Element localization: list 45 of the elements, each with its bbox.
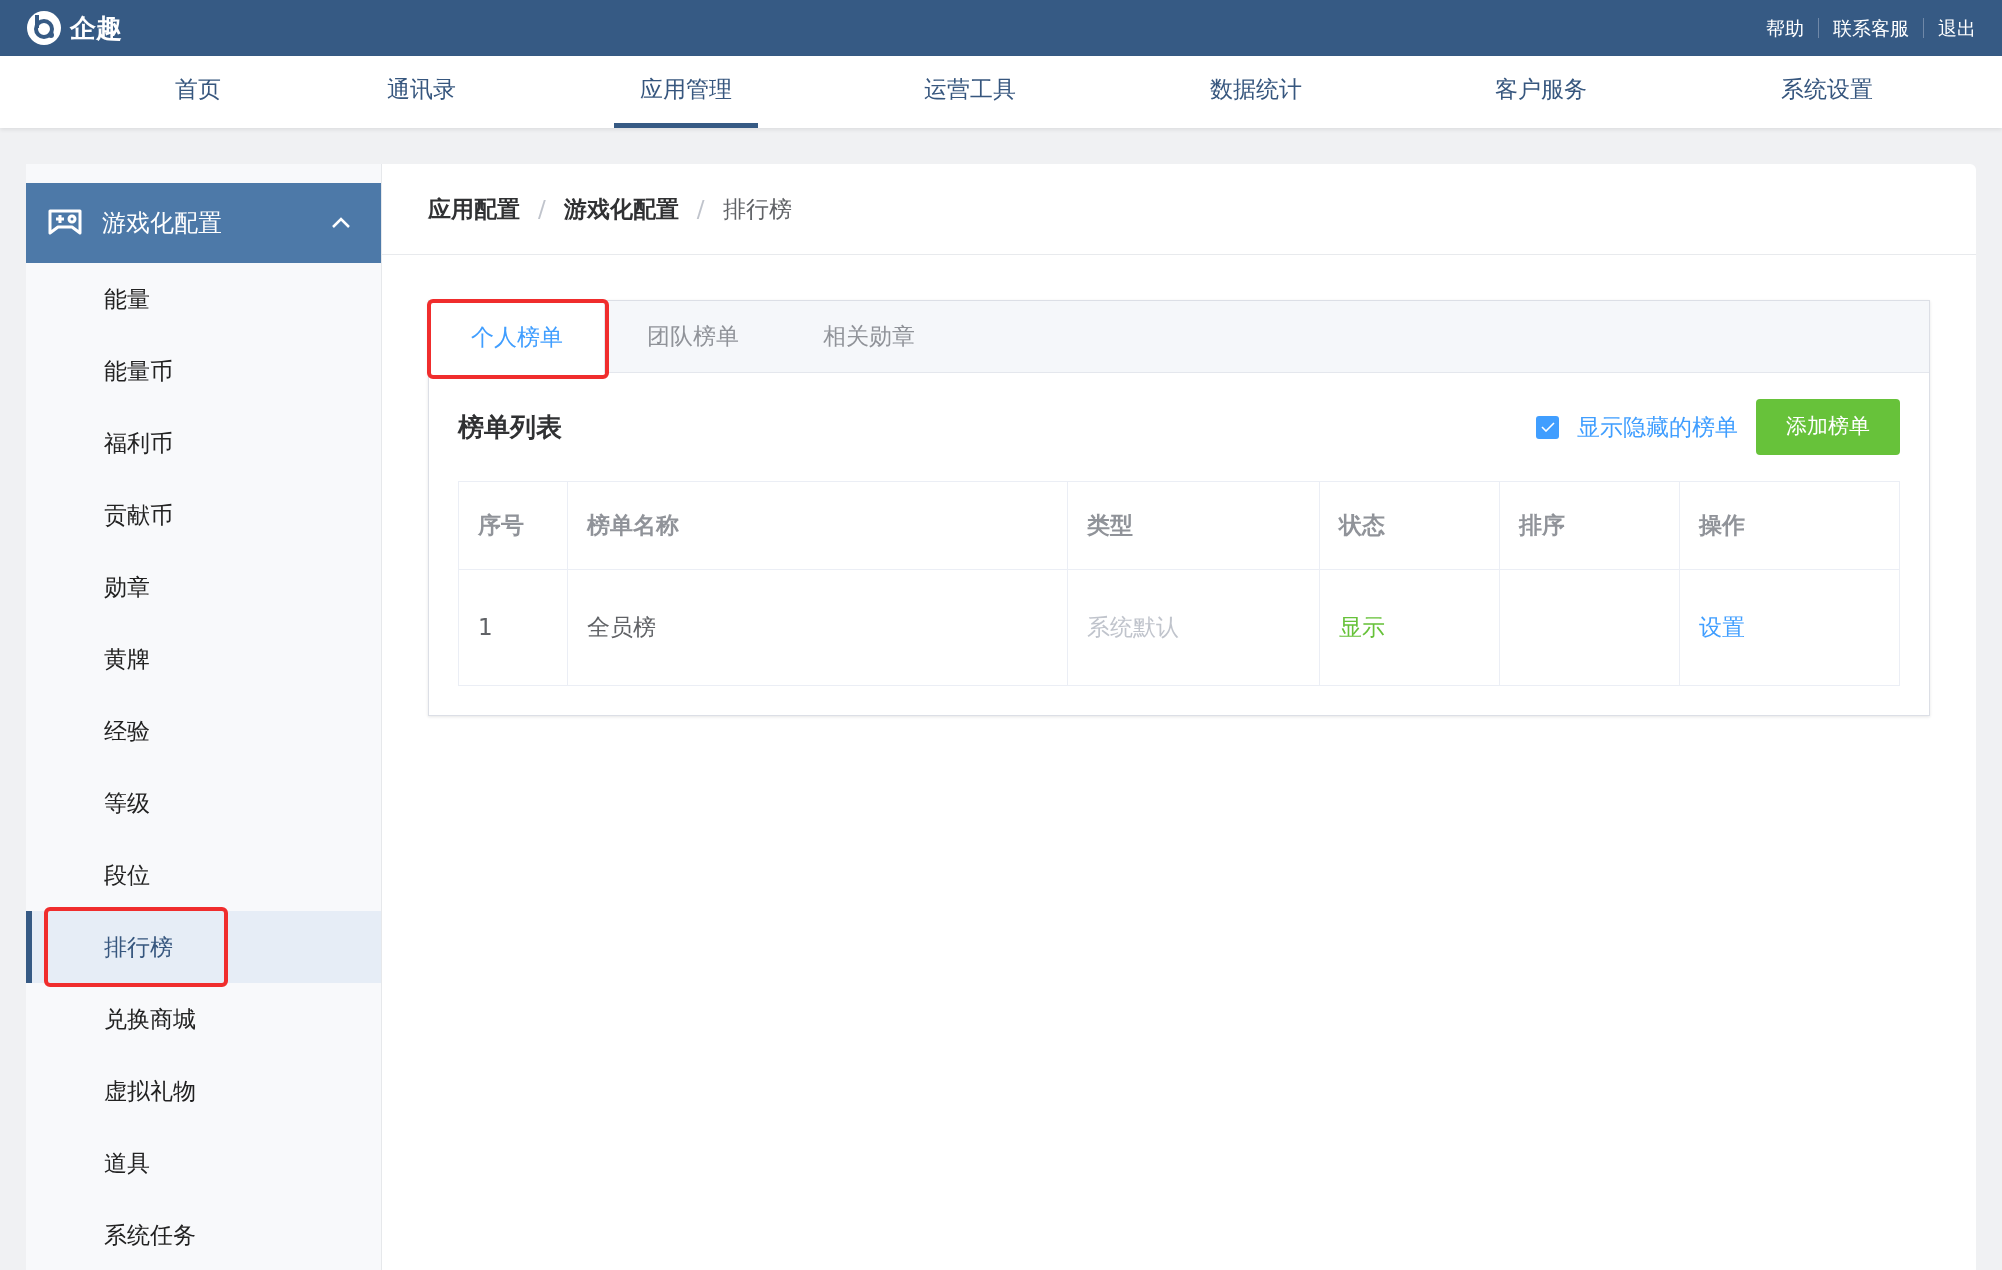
row-number: 1: [478, 613, 493, 643]
sidebar-item[interactable]: 能量币: [26, 335, 381, 407]
header-link[interactable]: 退出: [1938, 13, 1976, 43]
sidebar-item[interactable]: 福利币: [26, 407, 381, 479]
column-header: 类型: [1068, 482, 1320, 569]
sidebar-item[interactable]: 贡献币: [26, 479, 381, 551]
nav-tab[interactable]: 应用管理: [564, 56, 808, 128]
nav-tab[interactable]: 客户服务: [1380, 56, 1702, 128]
column-header: 榜单名称: [568, 482, 1068, 569]
column-header: 状态: [1320, 482, 1500, 569]
sidebar-item[interactable]: 经验: [26, 695, 381, 767]
breadcrumb-item[interactable]: 应用配置: [428, 191, 520, 227]
sidebar-item[interactable]: 等级: [26, 767, 381, 839]
nav-tab[interactable]: 首页: [118, 56, 278, 128]
sidebar-item[interactable]: 道具: [26, 1127, 381, 1199]
header-link[interactable]: 联系客服: [1833, 13, 1909, 43]
sidebar-item[interactable]: 黄牌: [26, 623, 381, 695]
column-header: 操作: [1697, 511, 1746, 541]
sidebar-item[interactable]: 虚拟礼物: [26, 1055, 381, 1127]
gamepad-icon: [48, 209, 82, 237]
table-cell-text: 全员榜: [587, 613, 656, 643]
breadcrumb-item: 排行榜: [722, 194, 792, 224]
logo-icon: [26, 10, 62, 46]
nav-tab[interactable]: 数据统计: [1132, 56, 1380, 128]
sidebar-item[interactable]: 段位: [26, 839, 381, 911]
status-text: 显示: [1339, 613, 1385, 643]
chevron-icon: [331, 217, 351, 229]
nav-tab[interactable]: 通讯录: [278, 56, 564, 128]
sidebar-item[interactable]: 勋章: [26, 551, 381, 623]
sidebar-group-header[interactable]: 游戏化配置: [26, 183, 381, 263]
sidebar-item[interactable]: 兑换商城: [26, 983, 381, 1055]
breadcrumb-separator: /: [696, 194, 705, 224]
table-cell-text: 系统默认: [1087, 613, 1179, 643]
header-link[interactable]: 帮助: [1766, 13, 1804, 43]
column-header: 排序: [1500, 482, 1680, 569]
logo-text: 企趣: [70, 11, 122, 45]
breadcrumb-item[interactable]: 游戏化配置: [563, 191, 679, 227]
sidebar-item[interactable]: 能量: [26, 263, 381, 335]
breadcrumb-separator: /: [538, 194, 546, 224]
list-title: 榜单列表: [458, 410, 562, 444]
sidebar-group-label: 游戏化配置: [102, 208, 222, 239]
nav-tab[interactable]: 运营工具: [808, 56, 1132, 128]
sidebar-item[interactable]: 系统任务: [26, 1199, 381, 1270]
nav-tab[interactable]: 系统设置: [1702, 56, 1952, 128]
column-header: 序号: [459, 482, 568, 569]
